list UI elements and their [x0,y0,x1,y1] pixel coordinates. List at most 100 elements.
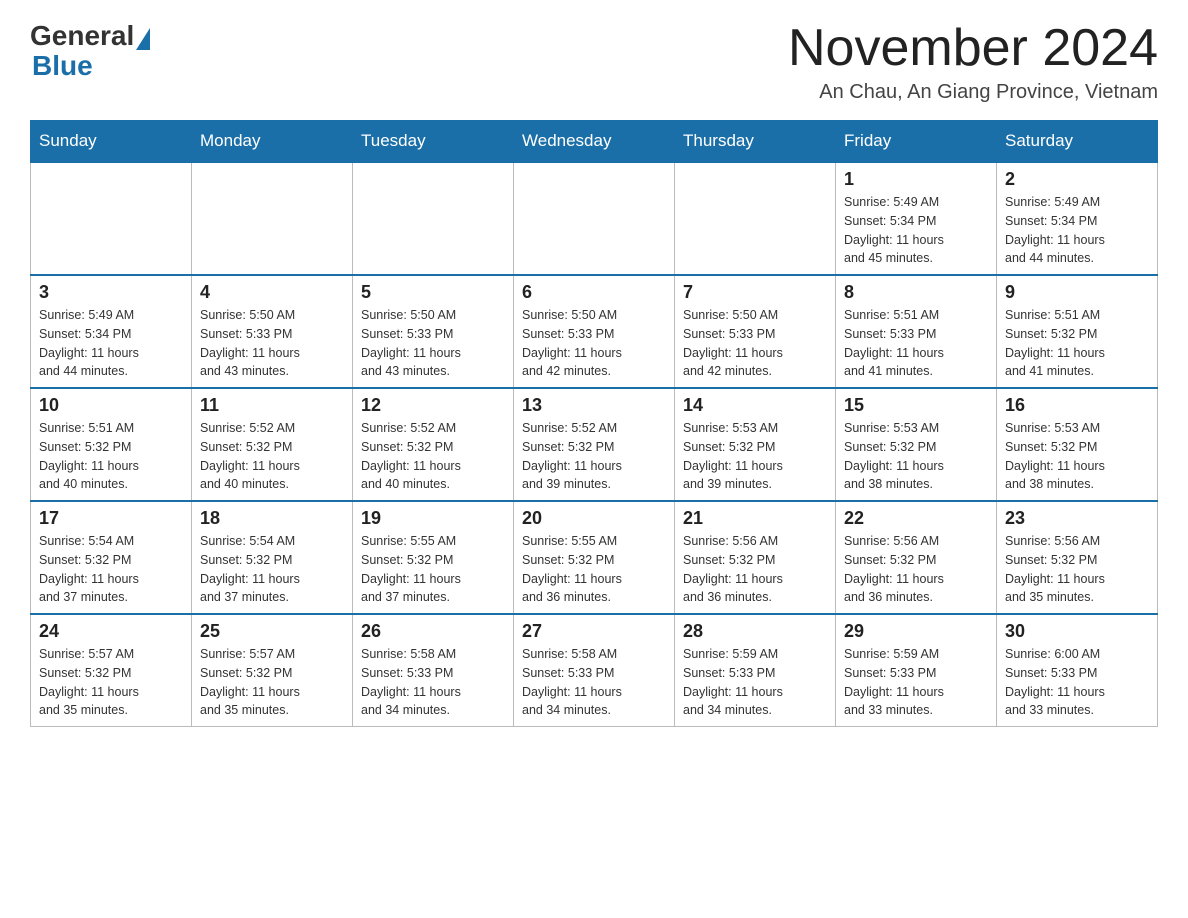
calendar-header-row: SundayMondayTuesdayWednesdayThursdayFrid… [31,121,1158,163]
month-year-title: November 2024 [788,20,1158,77]
calendar-cell: 16Sunrise: 5:53 AM Sunset: 5:32 PM Dayli… [997,388,1158,501]
day-info: Sunrise: 5:57 AM Sunset: 5:32 PM Dayligh… [200,645,344,720]
day-number: 29 [844,621,988,642]
day-number: 3 [39,282,183,303]
day-number: 2 [1005,169,1149,190]
day-number: 4 [200,282,344,303]
day-number: 20 [522,508,666,529]
day-of-week-header: Tuesday [353,121,514,163]
calendar-cell: 10 Sunrise: 5:51 AM Sunset: 5:32 PM Dayli… [31,388,192,501]
day-info: Sunrise: 5:49 AM Sunset: 5:34 PM Dayligh… [1005,193,1149,268]
day-info: Sunrise: 6:00 AM Sunset: 5:33 PM Dayligh… [1005,645,1149,720]
day-info: Sunrise: 5:52 AM Sunset: 5:32 PM Dayligh… [522,419,666,494]
calendar-cell: 30Sunrise: 6:00 AM Sunset: 5:33 PM Dayli… [997,614,1158,727]
day-number: 11 [200,395,344,416]
calendar-cell: 13Sunrise: 5:52 AM Sunset: 5:32 PM Dayli… [514,388,675,501]
calendar-cell [514,162,675,275]
calendar-cell: 15 Sunrise: 5:53 AM Sunset: 5:32 PM Dayli… [836,388,997,501]
calendar-cell: 25 Sunrise: 5:57 AM Sunset: 5:32 PM Dayli… [192,614,353,727]
calendar-cell [31,162,192,275]
calendar-cell: 6 Sunrise: 5:50 AM Sunset: 5:33 PM Daylig… [514,275,675,388]
calendar-cell: 27Sunrise: 5:58 AM Sunset: 5:33 PM Dayli… [514,614,675,727]
day-info: Sunrise: 5:53 AM Sunset: 5:32 PM Dayligh… [683,419,827,494]
day-info: Sunrise: 5:50 AM Sunset: 5:33 PM Dayligh… [683,306,827,381]
day-number: 17 [39,508,183,529]
calendar-cell: 3 Sunrise: 5:49 AM Sunset: 5:34 PM Daylig… [31,275,192,388]
calendar-cell: 29 Sunrise: 5:59 AM Sunset: 5:33 PM Dayli… [836,614,997,727]
calendar-week-row: 1Sunrise: 5:49 AM Sunset: 5:34 PM Daylig… [31,162,1158,275]
calendar-table: SundayMondayTuesdayWednesdayThursdayFrid… [30,120,1158,727]
day-info: Sunrise: 5:56 AM Sunset: 5:32 PM Dayligh… [1005,532,1149,607]
day-info: Sunrise: 5:51 AM Sunset: 5:33 PM Dayligh… [844,306,988,381]
day-of-week-header: Monday [192,121,353,163]
day-info: Sunrise: 5:52 AM Sunset: 5:32 PM Dayligh… [361,419,505,494]
day-number: 19 [361,508,505,529]
day-info: Sunrise: 5:56 AM Sunset: 5:32 PM Dayligh… [683,532,827,607]
location-subtitle: An Chau, An Giang Province, Vietnam [788,81,1158,104]
day-number: 15 [844,395,988,416]
day-info: Sunrise: 5:58 AM Sunset: 5:33 PM Dayligh… [522,645,666,720]
day-number: 12 [361,395,505,416]
day-info: Sunrise: 5:55 AM Sunset: 5:32 PM Dayligh… [361,532,505,607]
day-info: Sunrise: 5:57 AM Sunset: 5:32 PM Dayligh… [39,645,183,720]
calendar-cell: 18 Sunrise: 5:54 AM Sunset: 5:32 PM Dayli… [192,501,353,614]
calendar-week-row: 3 Sunrise: 5:49 AM Sunset: 5:34 PM Daylig… [31,275,1158,388]
day-info: Sunrise: 5:55 AM Sunset: 5:32 PM Dayligh… [522,532,666,607]
day-number: 26 [361,621,505,642]
logo-general-text: General [30,20,134,52]
calendar-cell: 21Sunrise: 5:56 AM Sunset: 5:32 PM Dayli… [675,501,836,614]
logo: General Blue [30,20,150,80]
day-info: Sunrise: 5:50 AM Sunset: 5:33 PM Dayligh… [522,306,666,381]
calendar-cell: 11Sunrise: 5:52 AM Sunset: 5:32 PM Dayli… [192,388,353,501]
day-info: Sunrise: 5:51 AM Sunset: 5:32 PM Dayligh… [39,419,183,494]
calendar-cell [675,162,836,275]
calendar-cell: 14 Sunrise: 5:53 AM Sunset: 5:32 PM Dayli… [675,388,836,501]
day-number: 5 [361,282,505,303]
day-info: Sunrise: 5:56 AM Sunset: 5:32 PM Dayligh… [844,532,988,607]
logo-arrow-icon [136,28,150,50]
calendar-cell: 1Sunrise: 5:49 AM Sunset: 5:34 PM Daylig… [836,162,997,275]
day-info: Sunrise: 5:51 AM Sunset: 5:32 PM Dayligh… [1005,306,1149,381]
day-number: 22 [844,508,988,529]
calendar-week-row: 10 Sunrise: 5:51 AM Sunset: 5:32 PM Dayli… [31,388,1158,501]
day-info: Sunrise: 5:59 AM Sunset: 5:33 PM Dayligh… [683,645,827,720]
day-number: 9 [1005,282,1149,303]
day-info: Sunrise: 5:53 AM Sunset: 5:32 PM Dayligh… [1005,419,1149,494]
day-number: 10 [39,395,183,416]
calendar-week-row: 17 Sunrise: 5:54 AM Sunset: 5:32 PM Dayli… [31,501,1158,614]
day-number: 14 [683,395,827,416]
day-number: 23 [1005,508,1149,529]
day-number: 25 [200,621,344,642]
day-number: 24 [39,621,183,642]
calendar-cell: 20 Sunrise: 5:55 AM Sunset: 5:32 PM Dayli… [514,501,675,614]
day-info: Sunrise: 5:53 AM Sunset: 5:32 PM Dayligh… [844,419,988,494]
calendar-week-row: 24 Sunrise: 5:57 AM Sunset: 5:32 PM Dayli… [31,614,1158,727]
calendar-cell: 9 Sunrise: 5:51 AM Sunset: 5:32 PM Daylig… [997,275,1158,388]
calendar-cell: 24 Sunrise: 5:57 AM Sunset: 5:32 PM Dayli… [31,614,192,727]
day-of-week-header: Wednesday [514,121,675,163]
day-number: 28 [683,621,827,642]
day-of-week-header: Sunday [31,121,192,163]
day-info: Sunrise: 5:58 AM Sunset: 5:33 PM Dayligh… [361,645,505,720]
day-number: 6 [522,282,666,303]
calendar-cell: 17Sunrise: 5:54 AM Sunset: 5:32 PM Dayli… [31,501,192,614]
title-block: November 2024 An Chau, An Giang Province… [788,20,1158,104]
calendar-cell: 23 Sunrise: 5:56 AM Sunset: 5:32 PM Dayli… [997,501,1158,614]
day-info: Sunrise: 5:59 AM Sunset: 5:33 PM Dayligh… [844,645,988,720]
calendar-cell [192,162,353,275]
day-info: Sunrise: 5:54 AM Sunset: 5:32 PM Dayligh… [200,532,344,607]
day-info: Sunrise: 5:49 AM Sunset: 5:34 PM Dayligh… [844,193,988,268]
day-of-week-header: Thursday [675,121,836,163]
calendar-cell: 19 Sunrise: 5:55 AM Sunset: 5:32 PM Dayli… [353,501,514,614]
day-of-week-header: Friday [836,121,997,163]
calendar-cell: 8Sunrise: 5:51 AM Sunset: 5:33 PM Daylig… [836,275,997,388]
calendar-cell: 2 Sunrise: 5:49 AM Sunset: 5:34 PM Daylig… [997,162,1158,275]
calendar-cell: 28 Sunrise: 5:59 AM Sunset: 5:33 PM Dayli… [675,614,836,727]
logo-blue-text: Blue [32,52,150,80]
page-header: General Blue November 2024 An Chau, An G… [30,20,1158,104]
day-number: 18 [200,508,344,529]
day-info: Sunrise: 5:49 AM Sunset: 5:34 PM Dayligh… [39,306,183,381]
day-of-week-header: Saturday [997,121,1158,163]
day-info: Sunrise: 5:50 AM Sunset: 5:33 PM Dayligh… [200,306,344,381]
calendar-cell: 12 Sunrise: 5:52 AM Sunset: 5:32 PM Dayli… [353,388,514,501]
